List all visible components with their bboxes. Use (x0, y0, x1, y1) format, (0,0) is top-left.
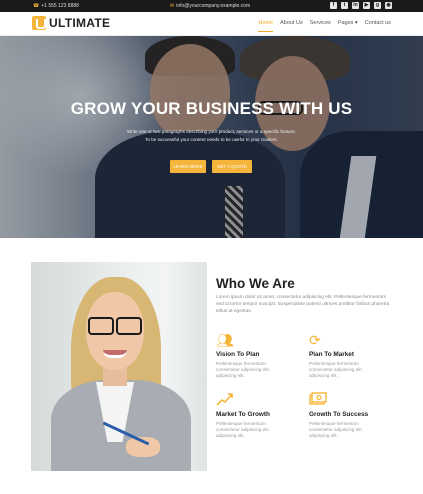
facebook-icon[interactable]: f (330, 2, 337, 9)
email-contact[interactable]: ✉ info@yourcompany.example.com (170, 3, 250, 9)
youtube-icon[interactable]: ▶ (363, 2, 370, 9)
hero-subtitle-line-1: Write one or two paragraphs describing y… (127, 129, 296, 134)
linkedin-icon[interactable]: in (352, 2, 359, 9)
nav-item-home[interactable]: Home (258, 20, 274, 32)
hero-subtitle-line-2: To be successful your content needs to b… (145, 137, 278, 142)
about-photo (31, 262, 207, 471)
social-links: f t in ▶ g ◉ (330, 2, 392, 9)
envelope-icon: ✉ (170, 2, 175, 9)
site-logo[interactable]: ULTIMATE (32, 16, 110, 30)
feature-title: Market To Growth (216, 411, 270, 418)
nav-item-about-us[interactable]: About Us (280, 20, 303, 32)
feature-title: Growth To Success (309, 411, 369, 418)
hero-title: GROW YOUR BUSINESS WITH US (70, 99, 353, 118)
photo-glasses (88, 317, 142, 335)
money-icon (309, 391, 329, 409)
nav-item-pages[interactable]: Pages ▾ (338, 20, 358, 32)
email-address: info@yourcompany.example.com (176, 3, 251, 9)
main-navbar: ULTIMATE Home About Us Services Pages ▾ … (0, 12, 423, 36)
nav-menu: Home About Us Services Pages ▾ Contact u… (258, 20, 391, 32)
about-description: Lorem ipsum dolor sit amet, consectetur … (216, 295, 390, 314)
feature-text: Pellentesque fermentum consectetur adipi… (309, 361, 363, 379)
feature-plan-to-market: ⟳ Plan To Market Pellentesque fermentum … (309, 331, 399, 380)
feature-text: Pellentesque fermentum consectetur adipi… (216, 421, 270, 439)
logo-mark-icon (32, 16, 46, 30)
feature-title: Plan To Market (309, 351, 354, 358)
logo-text: ULTIMATE (49, 16, 111, 30)
top-bar: ☎ +1 555 123 8888 ✉ info@yourcompany.exa… (0, 0, 423, 12)
nav-item-contact-us[interactable]: Contact us (365, 20, 391, 32)
phone-icon: ☎ (33, 2, 40, 9)
feature-vision-to-plan: 👥︎ Vision To Plan Pellentesque fermentum… (216, 331, 306, 380)
people-icon: 👥︎ (216, 332, 234, 348)
hero-banner: GROW YOUR BUSINESS WITH US Write one or … (0, 36, 423, 238)
google-plus-icon[interactable]: g (374, 2, 381, 9)
phone-number: +1 555 123 8888 (41, 3, 79, 9)
about-section: Who We Are Lorem ipsum dolor sit amet, c… (0, 238, 423, 494)
feature-market-to-growth: Market To Growth Pellentesque fermentum … (216, 391, 306, 440)
feature-text: Pellentesque fermentum consectetur adipi… (216, 361, 270, 379)
about-title: Who We Are (216, 276, 295, 291)
learn-more-button[interactable]: LEARN MORE (170, 160, 206, 173)
nav-item-services[interactable]: Services (310, 20, 331, 32)
twitter-icon[interactable]: t (341, 2, 348, 9)
github-icon[interactable]: ◉ (385, 2, 392, 9)
feature-growth-to-success: Growth To Success Pellentesque fermentum… (309, 391, 399, 440)
feature-text: Pellentesque fermentum consectetur adipi… (309, 421, 363, 439)
get-a-quote-button[interactable]: GET A QUOTE (212, 160, 252, 173)
refresh-icon: ⟳ (309, 332, 321, 348)
feature-title: Vision To Plan (216, 351, 260, 358)
growth-chart-icon (216, 391, 236, 409)
phone-contact[interactable]: ☎ +1 555 123 8888 (33, 3, 79, 9)
